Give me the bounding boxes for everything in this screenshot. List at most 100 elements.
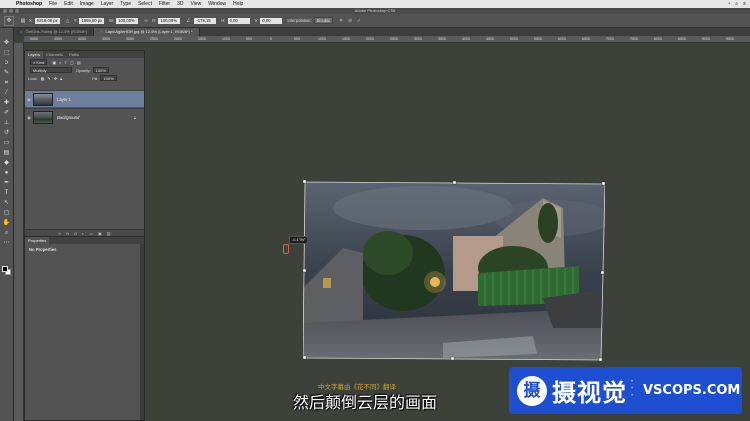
watermark-dots-icon: • • • — [631, 378, 634, 399]
lasso-tool-icon[interactable]: ↄ — [2, 59, 12, 68]
properties-scrollbar[interactable] — [140, 244, 144, 420]
menu-layer[interactable]: Layer — [101, 1, 114, 7]
x-input[interactable]: 5218,08 px — [34, 17, 60, 24]
close-window-button[interactable] — [3, 9, 7, 13]
filter-adjust-icon[interactable]: ◐ — [59, 60, 61, 65]
hand-tool-icon[interactable]: ✋ — [2, 219, 12, 228]
history-brush-tool-icon[interactable]: ↺ — [2, 129, 12, 138]
eraser-tool-icon[interactable]: ▭ — [2, 139, 12, 148]
list-icon[interactable]: ≡ — [743, 1, 746, 7]
interpolation-select[interactable]: Bicubic — [313, 17, 334, 24]
ruler-tick: 7500 — [630, 37, 638, 41]
menu-file[interactable]: File — [49, 1, 57, 7]
tree-left-top — [363, 231, 413, 275]
lock-paint-icon[interactable]: ✎ — [47, 76, 50, 81]
lock-all-icon[interactable]: 🔒︎ — [60, 76, 62, 81]
horizontal-ruler[interactable]: 5000 4500 4000 3500 3000 2500 2000 1500 … — [24, 36, 750, 43]
menu-filter[interactable]: Filter — [159, 1, 170, 7]
tab-channels[interactable]: Channels — [43, 51, 66, 58]
w-input[interactable]: 100,00% — [116, 17, 139, 24]
close-tab-icon[interactable]: × — [100, 29, 102, 34]
menu-window[interactable]: Window — [208, 1, 226, 7]
menu-edit[interactable]: Edit — [64, 1, 73, 7]
tab-paths[interactable]: Paths — [66, 51, 82, 58]
type-tool-icon[interactable]: T — [2, 189, 12, 198]
eyedropper-tool-icon[interactable]: ⁄ — [2, 89, 12, 98]
vertical-ruler[interactable] — [14, 43, 24, 421]
y-label: Y: — [73, 18, 78, 23]
path-select-tool-icon[interactable]: ↖ — [2, 199, 12, 208]
filter-type-icon[interactable]: T — [65, 60, 67, 65]
blur-tool-icon[interactable]: ◆ — [2, 159, 12, 168]
fill-input[interactable]: 100% — [100, 75, 117, 81]
photo-svg — [303, 179, 605, 362]
wifi-icon[interactable]: ◔ — [727, 1, 730, 7]
clone-stamp-tool-icon[interactable]: ⊥ — [2, 119, 12, 128]
ruler-tick: 4000 — [78, 37, 86, 41]
reference-point-icon[interactable]: ▦ — [20, 18, 26, 24]
marquee-tool-icon[interactable]: ⬚ — [2, 49, 12, 58]
lock-position-icon[interactable]: ✥ — [54, 76, 57, 81]
foreground-color-swatch[interactable] — [2, 266, 8, 272]
tab-properties[interactable]: Properties — [25, 237, 50, 244]
filter-shape-icon[interactable]: ▢ — [70, 60, 74, 65]
lock-label: Lock: — [28, 75, 38, 81]
menu-type[interactable]: Type — [120, 1, 131, 7]
commit-transform-icon[interactable]: ✓ — [356, 18, 362, 24]
layer-kind-filter[interactable]: ⌕ Kind — [30, 59, 48, 65]
gradient-tool-icon[interactable]: ▤ — [2, 149, 12, 158]
angle-input[interactable]: -178,15 — [194, 17, 217, 24]
menu-help[interactable]: Help — [233, 1, 243, 7]
menu-3d[interactable]: 3D — [177, 1, 183, 7]
tab-document-2[interactable]: × LapinAgileHDR.jpg @ 12,5% (Layer 1, RGB… — [94, 28, 200, 36]
opacity-input[interactable]: 100% — [92, 67, 109, 73]
move-tool-icon[interactable]: ✥ — [4, 15, 14, 26]
menu-view[interactable]: View — [191, 1, 202, 7]
filter-smart-icon[interactable]: ▤ — [77, 60, 81, 65]
close-tab-icon[interactable]: × — [20, 29, 22, 34]
zoom-tool-icon[interactable]: ⌕ — [2, 229, 12, 238]
filter-pixel-icon[interactable]: ▣ — [52, 60, 56, 65]
apple-icon[interactable] — [4, 1, 10, 7]
layer-row-layer-1[interactable]: ◉ Layer 1 — [25, 90, 144, 107]
layers-panel: Layers Channels Paths ⌕ Kind ▣ ◐ T ▢ ▤ M… — [24, 50, 145, 238]
v-skew-input[interactable]: 0,00 — [260, 17, 283, 24]
tab-document-1[interactable]: × CielGris-Ruling @ 12,5% (RGB/8*) — [14, 28, 95, 36]
minimize-window-button[interactable] — [9, 9, 13, 13]
blend-mode-select[interactable]: Multiply — [30, 67, 72, 73]
shape-tool-icon[interactable]: ▢ — [2, 209, 12, 218]
ruler-tick: 2500 — [150, 37, 158, 41]
tab-label: CielGris-Ruling @ 12,5% (RGB/8*) — [25, 29, 88, 34]
visibility-eye-icon[interactable]: ◉ — [25, 115, 33, 120]
ruler-tick: 500 — [246, 37, 252, 41]
healing-tool-icon[interactable]: ✚ — [2, 99, 12, 108]
quick-select-tool-icon[interactable]: ✎ — [2, 69, 12, 78]
window-buttons — [3, 9, 19, 13]
cancel-transform-icon[interactable]: ⊘ — [347, 18, 353, 24]
pen-tool-icon[interactable]: ✒ — [2, 179, 12, 188]
h-input[interactable]: 100,00% — [158, 17, 181, 24]
visibility-eye-icon[interactable]: ◉ — [25, 97, 33, 102]
menu-image[interactable]: Image — [80, 1, 94, 7]
crop-tool-icon[interactable]: ⌗ — [2, 79, 12, 88]
search-icon[interactable]: ⌕ — [735, 1, 738, 7]
tab-layers[interactable]: Layers — [25, 51, 44, 58]
kind-label: Kind — [36, 60, 45, 65]
transformed-layer-image[interactable] — [303, 178, 605, 364]
h-skew-input[interactable]: 0,00 — [227, 17, 250, 24]
layer-row-background[interactable]: ◉ Background 🔒︎ — [25, 108, 144, 125]
delta-icon[interactable]: △ — [65, 18, 71, 24]
extra-tools-icon[interactable]: ⋯ — [2, 239, 12, 248]
zoom-window-button[interactable] — [15, 9, 19, 13]
move-tool-icon[interactable]: ✥ — [2, 39, 12, 48]
brush-tool-icon[interactable]: ✐ — [2, 109, 12, 118]
dodge-tool-icon[interactable]: ● — [2, 169, 12, 178]
link-icon[interactable]: ∞ — [143, 18, 149, 24]
menu-app[interactable]: Photoshop — [16, 1, 42, 7]
watermark-domain: VSCOPS.COM — [643, 383, 741, 398]
menu-select[interactable]: Select — [138, 1, 152, 7]
y-input[interactable]: 1859,00 px — [79, 17, 105, 24]
warp-icon[interactable]: ⌗ — [338, 18, 344, 24]
lock-pixels-icon[interactable]: ▦ — [41, 76, 45, 81]
y-field: Y: 1859,00 px — [73, 17, 105, 24]
